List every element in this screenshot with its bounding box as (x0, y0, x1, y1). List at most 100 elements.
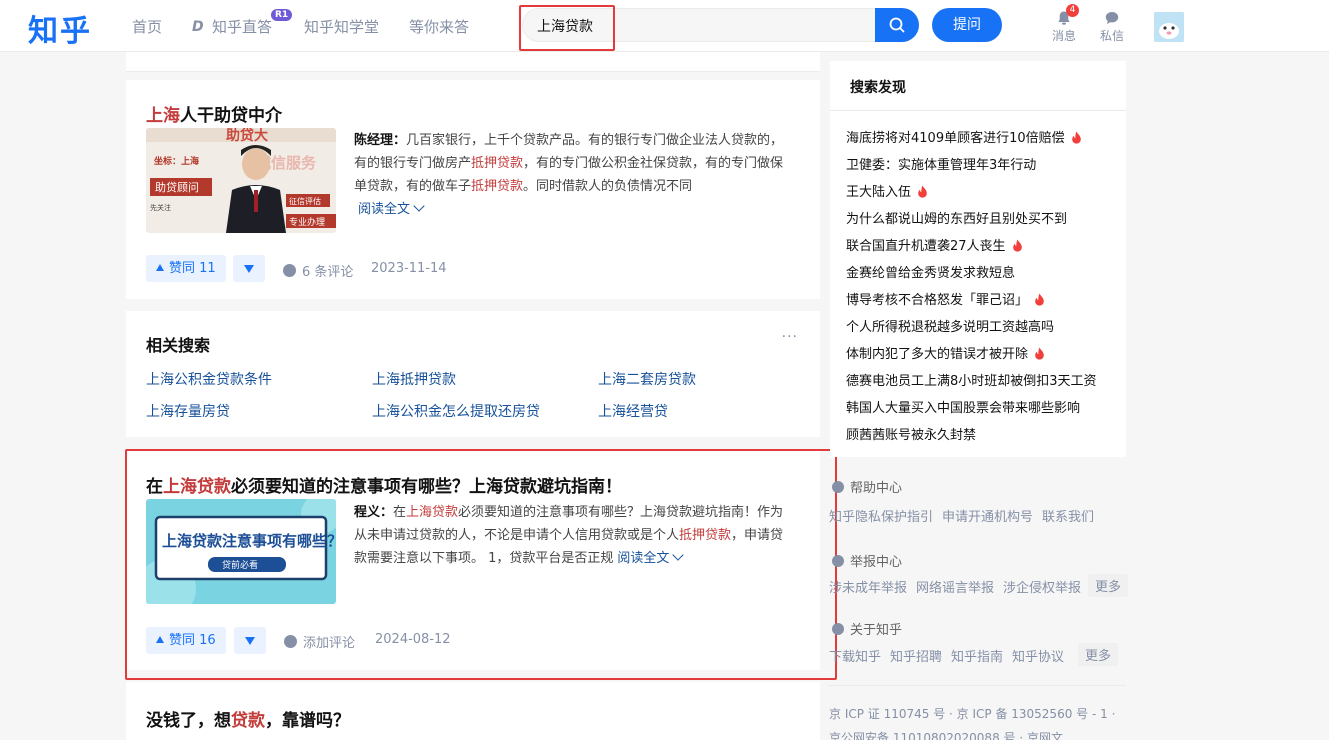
nav-zhida[interactable]: D 知乎直答 R1 (192, 9, 293, 37)
related-search-link[interactable]: 上海公积金怎么提取还房贷 (372, 401, 540, 421)
report-icon (832, 554, 844, 567)
icp-license-2[interactable]: 京公网安备 11010802020088 号 · 京网文 (829, 729, 1063, 740)
hot-search-text: 联合国直升机遭袭27人丧生 (846, 239, 1006, 254)
previous-card-bottom (126, 52, 820, 72)
hot-search-text: 体制内犯了多大的错误才被开除 (846, 347, 1029, 362)
hot-search-item[interactable]: 体制内犯了多大的错误才被开除 (846, 343, 1045, 364)
comment-button[interactable]: 6 条评论 (283, 261, 353, 280)
hot-search-text: 卫健委：实施体重管理年3年行动 (846, 158, 1037, 173)
result-title[interactable]: 没钱了，想贷款，靠谱吗？ (146, 706, 350, 731)
icp-license[interactable]: 京 ICP 证 110745 号 · 京 ICP 备 13052560 号 - … (829, 705, 1115, 722)
hot-search-text: 金赛纶曾给金秀贤发求救短息 (846, 266, 1016, 281)
more-options-icon[interactable]: ··· (782, 329, 798, 345)
result-thumbnail[interactable]: 助贷大 坐标：上海 诚信服务 助贷顾问 先关注 征信评估 专业办理 (146, 128, 336, 233)
downvote-button[interactable] (233, 255, 265, 282)
footer-link[interactable]: 知乎指南 (951, 650, 1003, 665)
related-search-link[interactable]: 上海抵押贷款 (372, 369, 456, 389)
search-discovery-title: 搜索发现 (850, 80, 906, 96)
hot-search-item[interactable]: 海底捞将对4109单顾客进行10倍赔偿 (846, 127, 1082, 148)
svg-text:专业办理: 专业办理 (289, 216, 325, 228)
r1-badge: R1 (271, 9, 293, 21)
footer-link[interactable]: 知乎隐私保护指引 (829, 510, 933, 525)
upvote-button[interactable]: 赞同 11 (146, 255, 226, 282)
footer-link[interactable]: 网络谣言举报 (916, 581, 994, 596)
related-searches-card: 相关搜索 ··· 上海公积金贷款条件 上海抵押贷款 上海二套房贷款 上海存量房贷… (126, 311, 820, 437)
nav-zhida-label: 知乎直答 (212, 18, 273, 36)
comment-icon (283, 264, 296, 277)
upvote-icon (156, 264, 164, 271)
divider (828, 685, 1126, 686)
result-title[interactable]: 上海人干助贷中介 (146, 101, 282, 126)
footer-link[interactable]: 涉企侵权举报 (1003, 581, 1081, 596)
svg-text:征信评估: 征信评估 (289, 196, 321, 206)
user-avatar[interactable] (1154, 12, 1184, 42)
info-icon (832, 622, 844, 635)
footer-link[interactable]: 知乎协议 (1012, 650, 1064, 665)
post-date: 2023-11-14 (371, 261, 447, 276)
hot-search-item[interactable]: 为什么都说山姆的东西好且别处买不到 (846, 208, 1067, 227)
nav-xuetang[interactable]: 知乎知学堂 (304, 16, 379, 37)
hot-search-text: 王大陆入伍 (846, 185, 912, 200)
svg-text:助贷大: 助贷大 (226, 128, 268, 144)
search-button[interactable] (875, 8, 919, 42)
footer-link[interactable]: 下载知乎 (829, 650, 881, 665)
related-searches-title: 相关搜索 (146, 336, 211, 355)
hot-search-item[interactable]: 顾茜茜账号被永久封禁 (846, 424, 976, 443)
search-result-card: 没钱了，想贷款，靠谱吗？ (126, 682, 820, 740)
zhida-logo-icon: D (192, 18, 204, 35)
hot-search-item[interactable]: 韩国人大量买入中国股票会带来哪些影响 (846, 397, 1080, 416)
footer-link[interactable]: 申请开通机构号 (942, 510, 1033, 525)
hot-search-item[interactable]: 卫健委：实施体重管理年3年行动 (846, 154, 1036, 173)
messages-count-badge: 4 (1066, 4, 1079, 17)
hot-search-text: 为什么都说山姆的东西好且别处买不到 (846, 212, 1068, 227)
search-icon (889, 17, 905, 33)
about-links: 下载知乎 知乎招聘 知乎指南 知乎协议 (829, 646, 1073, 665)
fire-icon (1071, 131, 1082, 148)
hot-search-text: 顾茜茜账号被永久封禁 (846, 428, 977, 443)
chat-bubble-icon (1105, 12, 1119, 24)
hot-search-item[interactable]: 个人所得税退税越多说明工资越高吗 (846, 316, 1054, 335)
result-excerpt[interactable]: 陈经理：几百家银行，上千个贷款产品。有的银行专门做企业法人贷款的，有的银行专门做… (354, 129, 794, 221)
read-more-link[interactable]: 阅读全文 (358, 200, 425, 217)
report-center-title[interactable]: 举报中心 (832, 551, 902, 570)
svg-text:坐标：上海: 坐标：上海 (154, 155, 199, 167)
nav-home[interactable]: 首页 (132, 16, 162, 37)
footer-link[interactable]: 涉未成年举报 (829, 581, 907, 596)
private-message-button[interactable]: 私信 (1094, 10, 1130, 44)
hot-search-text: 德赛电池员工上满8小时班却被倒扣3天工资 (846, 374, 1097, 389)
fire-icon (917, 185, 928, 202)
hot-search-item[interactable]: 德赛电池员工上满8小时班却被倒扣3天工资 (846, 370, 1097, 389)
search-result-card: 上海人干助贷中介 助贷大 坐标：上海 诚信服务 助贷顾问 先关注 征信评估 专业… (126, 80, 820, 299)
footer-link[interactable]: 知乎招聘 (890, 650, 942, 665)
chevron-down-icon (413, 200, 425, 212)
hot-search-item[interactable]: 金赛纶曾给金秀贤发求救短息 (846, 262, 1015, 281)
messages-button[interactable]: 消息 4 (1046, 4, 1082, 44)
zhihu-logo[interactable]: 知乎 (28, 6, 92, 50)
ask-question-button[interactable]: 提问 (932, 8, 1002, 42)
pm-label: 私信 (1099, 29, 1124, 43)
footer-link[interactable]: 联系我们 (1042, 510, 1094, 525)
related-search-link[interactable]: 上海经营贷 (598, 401, 668, 421)
about-title[interactable]: 关于知乎 (832, 619, 902, 638)
hot-search-text: 博导考核不合格怒发「罪己诏」 (846, 293, 1029, 308)
help-center-title[interactable]: 帮助中心 (832, 477, 902, 496)
related-search-link[interactable]: 上海公积金贷款条件 (146, 369, 272, 389)
svg-text:先关注: 先关注 (150, 203, 171, 212)
more-button[interactable]: 更多 (1078, 643, 1119, 666)
hot-search-text: 韩国人大量买入中国股票会带来哪些影响 (846, 401, 1081, 416)
search-discovery-panel: 搜索发现 海底捞将对4109单顾客进行10倍赔偿卫健委：实施体重管理年3年行动王… (830, 61, 1126, 457)
hot-search-text: 个人所得税退税越多说明工资越高吗 (846, 320, 1055, 335)
nav-wait-answer[interactable]: 等你来答 (409, 16, 469, 37)
report-links: 涉未成年举报 网络谣言举报 涉企侵权举报 (829, 577, 1090, 596)
help-links: 知乎隐私保护指引 申请开通机构号 联系我们 (829, 506, 1103, 525)
hot-search-item[interactable]: 王大陆入伍 (846, 181, 928, 202)
more-button[interactable]: 更多 (1088, 574, 1129, 597)
fire-icon (1012, 239, 1023, 256)
help-icon (832, 480, 844, 493)
svg-text:助贷顾问: 助贷顾问 (155, 180, 199, 194)
related-search-link[interactable]: 上海二套房贷款 (598, 369, 696, 389)
hot-search-item[interactable]: 联合国直升机遭袭27人丧生 (846, 235, 1023, 256)
messages-label: 消息 (1051, 29, 1076, 43)
related-search-link[interactable]: 上海存量房贷 (146, 401, 230, 421)
hot-search-item[interactable]: 博导考核不合格怒发「罪己诏」 (846, 289, 1045, 310)
